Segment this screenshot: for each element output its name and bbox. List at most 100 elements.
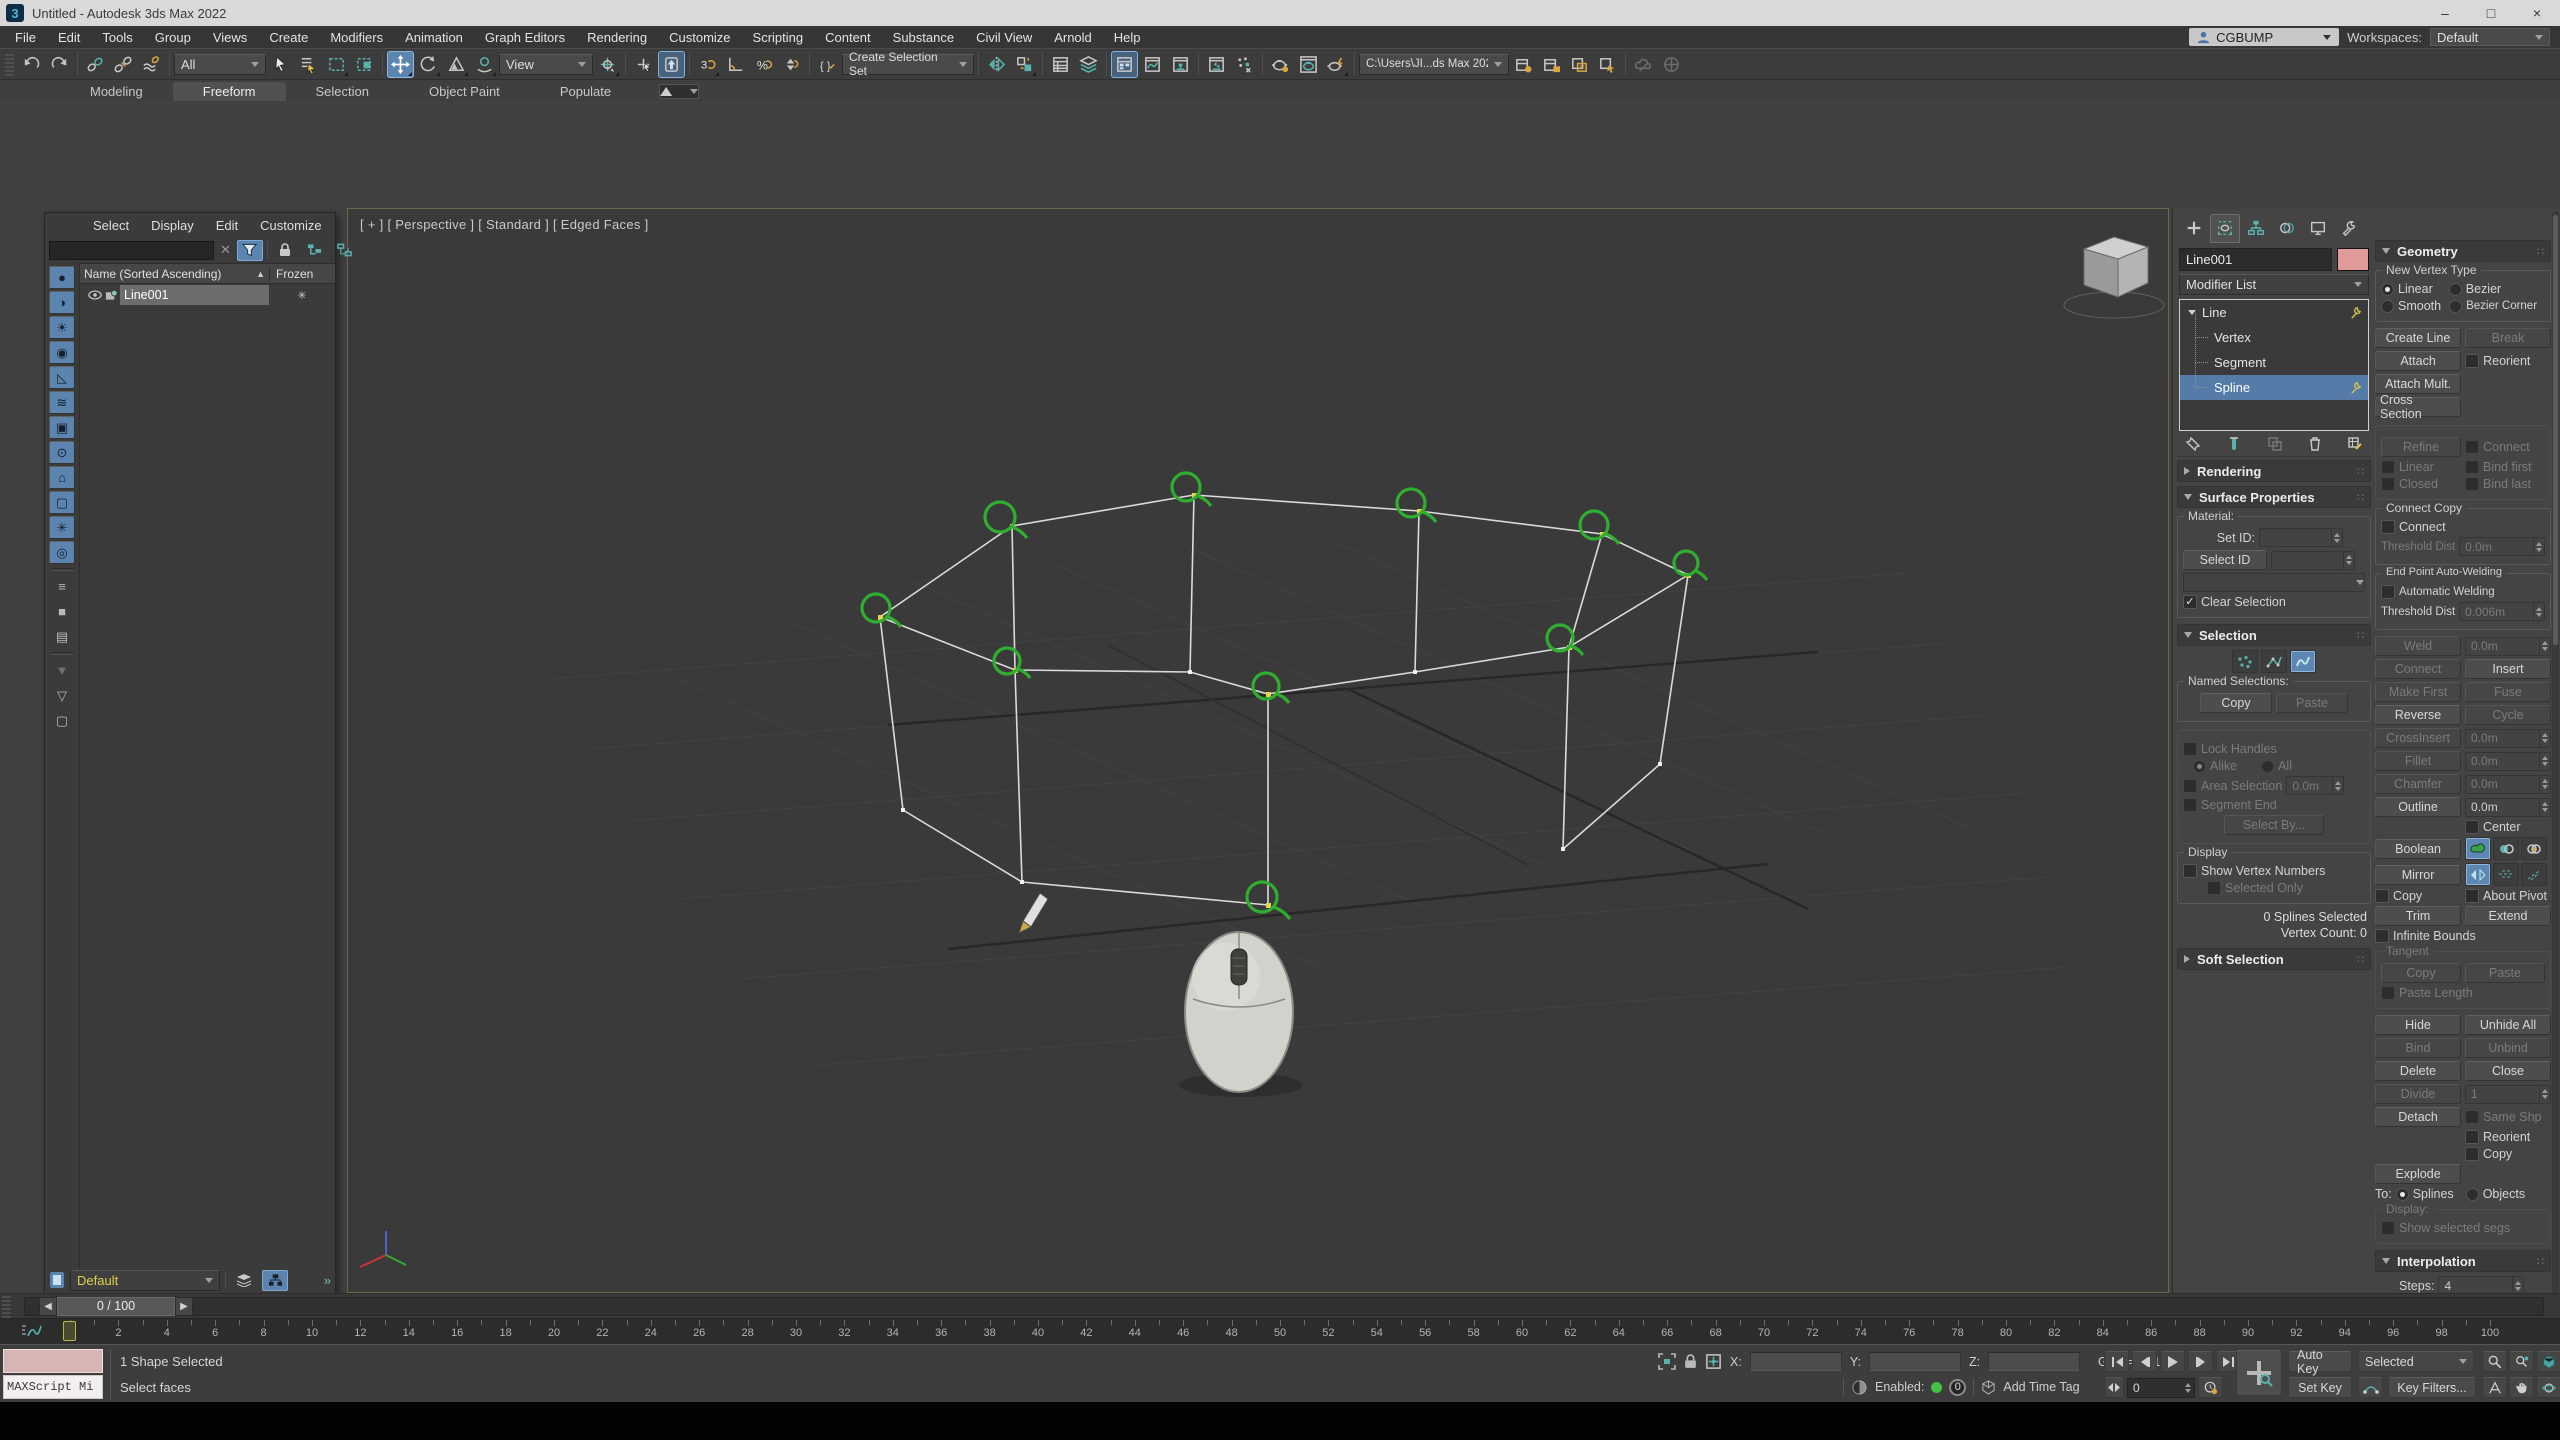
detach-reorient-checkbox[interactable]	[2465, 1130, 2479, 1144]
macro-recorder-field[interactable]	[3, 1349, 103, 1373]
display-toggle-icon[interactable]: ▽	[49, 684, 75, 707]
bind-first-checkbox[interactable]	[2465, 460, 2479, 474]
ribbon-tab[interactable]: Freeform	[173, 82, 286, 101]
boolean-intersect-icon[interactable]	[2521, 837, 2547, 860]
hierarchy-view-icon[interactable]	[262, 1270, 288, 1291]
menu-item[interactable]: Modifiers	[319, 30, 394, 45]
zoom-extents-button[interactable]	[2536, 1351, 2560, 1372]
copy-checkbox[interactable]	[2375, 889, 2389, 903]
data-exchange-button[interactable]	[1594, 51, 1621, 78]
render-setup-button[interactable]	[1295, 51, 1322, 78]
lock-explorer-icon[interactable]	[272, 240, 298, 261]
explorer-search-input[interactable]	[49, 241, 214, 260]
toggle-layer-explorer-button[interactable]	[1075, 51, 1102, 78]
explorer-menu-item[interactable]: Display	[141, 218, 204, 233]
menu-item[interactable]: Graph Editors	[474, 30, 576, 45]
display-toggle-icon[interactable]: ▼	[49, 659, 75, 682]
boolean-button[interactable]: Boolean	[2375, 839, 2461, 859]
rollout-rendering[interactable]: Rendering∷	[2177, 460, 2371, 482]
attach-mult-button[interactable]: Attach Mult.	[2375, 374, 2461, 394]
edit-named-selection-sets-button[interactable]: { }	[814, 51, 841, 78]
bezier-radio[interactable]	[2449, 283, 2462, 296]
user-account-dropdown[interactable]: CGBUMP	[2189, 28, 2339, 46]
percent-snap-toggle-button[interactable]: %	[750, 51, 777, 78]
tangent-paste-button[interactable]: Paste	[2465, 963, 2545, 983]
rollout-surface-properties[interactable]: Surface Properties∷	[2177, 486, 2371, 508]
alike-radio[interactable]	[2193, 760, 2206, 773]
mirror-horizontal-icon[interactable]	[2493, 863, 2519, 886]
automatic-welding-checkbox[interactable]	[2381, 585, 2395, 599]
hierarchy-mode-icon[interactable]	[302, 240, 328, 261]
mirror-button[interactable]	[983, 51, 1010, 78]
boolean-subtract-icon[interactable]	[2493, 837, 2519, 860]
modifier-stack-item[interactable]: Segment	[2180, 350, 2368, 375]
remove-modifier-icon[interactable]	[2308, 436, 2322, 452]
connect-checkbox[interactable]	[2465, 440, 2479, 454]
rollout-geometry[interactable]: Geometry∷	[2375, 240, 2551, 262]
object-name-field[interactable]: Line001	[2179, 248, 2332, 271]
window-crossing-toggle-button[interactable]	[351, 51, 378, 78]
divide-spinner[interactable]: 1	[2465, 1085, 2551, 1104]
connect-copy-checkbox[interactable]	[2381, 520, 2395, 534]
reverse-button[interactable]: Reverse	[2375, 705, 2461, 725]
explode-objects-radio[interactable]	[2466, 1188, 2479, 1201]
tab-motion[interactable]	[2272, 214, 2302, 243]
select-and-scale-button[interactable]	[443, 51, 470, 78]
view-cube[interactable]	[2064, 237, 2164, 318]
menu-item[interactable]: Content	[814, 30, 882, 45]
toggle-ribbon-button[interactable]	[1111, 51, 1138, 78]
chamfer-spinner[interactable]: 0.0m	[2465, 775, 2551, 794]
use-pivot-point-button[interactable]	[594, 51, 621, 78]
display-toggle-icon[interactable]: ◎	[49, 541, 75, 564]
area-selection-spinner[interactable]: 0.0m	[2286, 776, 2344, 795]
render-in-cloud-button[interactable]	[1630, 51, 1657, 78]
display-toggle-icon[interactable]: ▣	[49, 416, 75, 439]
select-id-button[interactable]: Select ID	[2183, 550, 2267, 570]
field-of-view-button[interactable]	[2482, 1377, 2507, 1398]
display-toggle-icon[interactable]: ◉	[49, 341, 75, 364]
rectangular-selection-region-button[interactable]	[323, 51, 350, 78]
frozen-column-header[interactable]: Frozen	[269, 267, 335, 281]
zoom-button[interactable]	[2482, 1351, 2507, 1372]
hide-button[interactable]: Hide	[2375, 1015, 2461, 1035]
connect-copy-threshold-spinner[interactable]: 0.0m	[2459, 537, 2545, 556]
ribbon-minimize-button[interactable]	[659, 84, 699, 99]
detach-copy-checkbox[interactable]	[2465, 1147, 2479, 1161]
display-toggle-icon[interactable]: ≋	[49, 391, 75, 414]
reorient-checkbox[interactable]	[2465, 354, 2479, 368]
bind-button[interactable]: Bind	[2375, 1038, 2461, 1058]
rollout-selection[interactable]: Selection∷	[2177, 624, 2371, 646]
align-button[interactable]	[1011, 51, 1038, 78]
tab-create[interactable]	[2179, 214, 2209, 243]
display-toggle-icon[interactable]	[50, 568, 74, 571]
area-selection-checkbox[interactable]	[2183, 779, 2197, 793]
current-frame-marker[interactable]	[63, 1321, 76, 1341]
current-frame-field[interactable]: 0	[2127, 1378, 2195, 1398]
display-toggle-icon[interactable]: ≡	[49, 575, 75, 598]
auto-key-button[interactable]: Auto Key	[2288, 1351, 2352, 1372]
close-spline-button[interactable]: Close	[2465, 1061, 2551, 1081]
track-bar[interactable]: 0246810121416182022242628303234363840424…	[0, 1318, 2560, 1344]
select-by-name-button[interactable]	[295, 51, 322, 78]
make-unique-icon[interactable]	[2267, 436, 2283, 452]
divide-button[interactable]: Divide	[2375, 1084, 2461, 1104]
workspace-dropdown[interactable]: Default	[2430, 28, 2550, 46]
tab-utilities[interactable]	[2334, 214, 2364, 243]
minimize-button[interactable]: –	[2422, 0, 2468, 26]
fillet-spinner[interactable]: 0.0m	[2465, 752, 2551, 771]
display-toggle-icon[interactable]: ⌂	[49, 466, 75, 489]
ribbon-tab[interactable]: Object Paint	[399, 82, 530, 101]
toggle-scene-explorer-button[interactable]	[1047, 51, 1074, 78]
time-slider-grip[interactable]	[2, 1294, 11, 1318]
undo-button[interactable]	[18, 51, 45, 78]
explorer-menu-item[interactable]: Customize	[250, 218, 331, 233]
unhide-all-button[interactable]: Unhide All	[2465, 1015, 2551, 1035]
panel-scrollbar[interactable]	[2552, 211, 2559, 1297]
name-column-header[interactable]: Name (Sorted Ascending) ▲	[80, 267, 269, 281]
angle-snap-toggle-button[interactable]	[722, 51, 749, 78]
notification-badge[interactable]: 0	[1949, 1379, 1966, 1396]
menu-item[interactable]: File	[4, 30, 47, 45]
extend-button[interactable]: Extend	[2465, 906, 2551, 926]
display-toggle-icon[interactable]: ⊙	[49, 441, 75, 464]
mirror-vertical-icon[interactable]	[2465, 863, 2491, 886]
